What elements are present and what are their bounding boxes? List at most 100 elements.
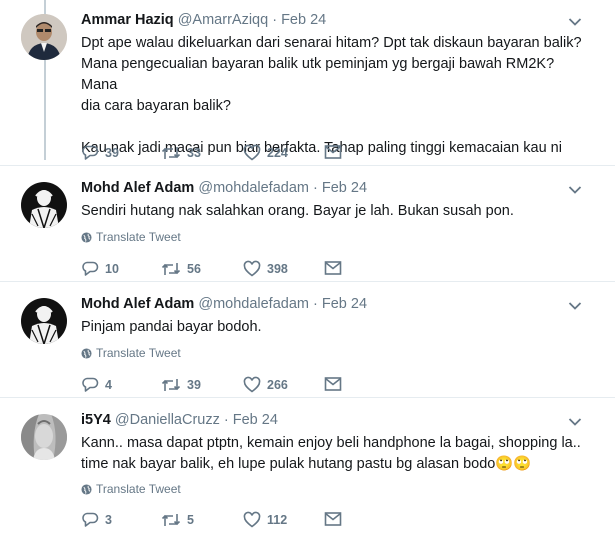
retweet-button[interactable]: 5	[161, 511, 194, 529]
like-count: 398	[267, 262, 288, 276]
author-name[interactable]: Mohd Alef Adam	[81, 180, 194, 196]
dm-button[interactable]	[324, 144, 342, 160]
retweet-count: 39	[187, 378, 201, 392]
reply-count: 10	[105, 262, 119, 276]
dm-icon	[324, 145, 342, 159]
tweet-actions: 3 5 112	[81, 511, 381, 531]
avatar[interactable]	[21, 414, 67, 460]
retweet-count: 5	[187, 513, 194, 527]
dm-icon	[324, 261, 342, 275]
dm-icon	[324, 512, 342, 526]
tweet-text-line: Dpt ape walau dikeluarkan dari senarai h…	[81, 35, 582, 51]
retweet-icon	[161, 379, 181, 391]
like-icon	[243, 144, 261, 161]
retweet-button[interactable]: 56	[161, 260, 201, 278]
tweet-text: Kann.. masa dapat ptptn, kemain enjoy be…	[81, 433, 591, 475]
like-button[interactable]: 266	[243, 376, 288, 394]
tweet-header: i5Y4 @DaniellaCruzz · Feb 24	[81, 412, 278, 428]
tweet-text-line	[81, 117, 591, 138]
globe-icon	[81, 483, 92, 495]
globe-icon	[81, 231, 92, 243]
reply-icon	[82, 145, 99, 160]
reply-button[interactable]: 3	[81, 511, 112, 529]
author-handle[interactable]: @mohdalefadam	[198, 296, 309, 312]
tweet-text: Pinjam pandai bayar bodoh.	[81, 317, 591, 338]
chevron-down-icon[interactable]	[568, 185, 582, 195]
tweet-header: Ammar Haziq @AmarrAziqq · Feb 24	[81, 12, 326, 28]
chevron-down-icon[interactable]	[568, 17, 582, 27]
chevron-down-icon[interactable]	[568, 301, 582, 311]
author-name[interactable]: Mohd Alef Adam	[81, 296, 194, 312]
reply-button[interactable]: 4	[81, 376, 112, 394]
reply-icon	[82, 512, 99, 527]
reply-count: 39	[105, 146, 119, 160]
tweet-text-line: Pinjam pandai bayar bodoh.	[81, 319, 262, 335]
dm-button[interactable]	[324, 511, 342, 527]
dm-button[interactable]	[324, 260, 342, 276]
tweet-actions: 4 39 266	[81, 376, 381, 396]
reply-count: 4	[105, 378, 112, 392]
retweet-button[interactable]: 33	[161, 144, 201, 162]
tweet-text: Sendiri hutang nak salahkan orang. Bayar…	[81, 201, 591, 222]
separator-dot: ·	[313, 180, 318, 196]
like-count: 112	[267, 513, 288, 527]
tweet-date[interactable]: Feb 24	[281, 12, 326, 28]
translate-label: Translate Tweet	[96, 230, 181, 244]
tweet-actions: 39 33 224	[81, 144, 381, 164]
tweet-date[interactable]: Feb 24	[322, 296, 367, 312]
globe-icon	[81, 347, 92, 359]
tweet-text-line: time nak bayar balik, eh lupe pulak huta…	[81, 456, 532, 472]
retweet-icon	[161, 263, 181, 275]
retweet-icon	[161, 147, 181, 159]
like-icon	[243, 511, 261, 528]
author-handle[interactable]: @AmarrAziqq	[178, 12, 268, 28]
author-name[interactable]: i5Y4	[81, 412, 111, 428]
translate-label: Translate Tweet	[96, 346, 181, 360]
separator-dot: ·	[313, 296, 318, 312]
tweet-header: Mohd Alef Adam @mohdalefadam · Feb 24	[81, 180, 367, 196]
tweet-header: Mohd Alef Adam @mohdalefadam · Feb 24	[81, 296, 367, 312]
tweet-text: Dpt ape walau dikeluarkan dari senarai h…	[81, 33, 591, 159]
tweet-text-line: dia cara bayaran balik?	[81, 98, 231, 114]
like-button[interactable]: 398	[243, 260, 288, 278]
reply-button[interactable]: 10	[81, 260, 119, 278]
author-handle[interactable]: @DaniellaCruzz	[115, 412, 220, 428]
separator-dot: ·	[272, 12, 278, 28]
chevron-down-icon[interactable]	[568, 417, 582, 427]
author-handle[interactable]: @mohdalefadam	[198, 180, 309, 196]
retweet-button[interactable]: 39	[161, 376, 201, 394]
retweet-icon	[161, 514, 181, 526]
tweet-text-line: Kann.. masa dapat ptptn, kemain enjoy be…	[81, 435, 581, 451]
avatar[interactable]	[21, 182, 67, 228]
tweet-text-line: Mana pengecualian bayaran balik utk pemi…	[81, 56, 555, 93]
retweet-count: 56	[187, 262, 201, 276]
tweet-1[interactable]: Ammar Haziq @AmarrAziqq · Feb 24 Dpt ape…	[0, 0, 615, 166]
reply-icon	[82, 261, 99, 276]
translate-tweet-link[interactable]: Translate Tweet	[81, 230, 181, 244]
like-button[interactable]: 224	[243, 144, 288, 162]
dm-icon	[324, 377, 342, 391]
avatar[interactable]	[21, 298, 67, 344]
avatar[interactable]	[21, 14, 67, 60]
reply-button[interactable]: 39	[81, 144, 119, 162]
like-icon	[243, 260, 261, 277]
like-icon	[243, 376, 261, 393]
tweet-actions: 10 56 398	[81, 260, 381, 280]
reply-count: 3	[105, 513, 112, 527]
tweet-2[interactable]: Mohd Alef Adam @mohdalefadam · Feb 24 Se…	[0, 166, 615, 282]
separator-dot: ·	[223, 412, 229, 428]
like-button[interactable]: 112	[243, 511, 287, 529]
like-count: 266	[267, 378, 288, 392]
translate-tweet-link[interactable]: Translate Tweet	[81, 346, 181, 360]
tweet-date[interactable]: Feb 24	[233, 412, 278, 428]
tweet-3[interactable]: Mohd Alef Adam @mohdalefadam · Feb 24 Pi…	[0, 282, 615, 398]
like-count: 224	[267, 146, 288, 160]
author-name[interactable]: Ammar Haziq	[81, 12, 174, 28]
dm-button[interactable]	[324, 376, 342, 392]
translate-tweet-link[interactable]: Translate Tweet	[81, 482, 181, 496]
tweet-text-line: Sendiri hutang nak salahkan orang. Bayar…	[81, 203, 514, 219]
tweet-4[interactable]: i5Y4 @DaniellaCruzz · Feb 24 Kann.. masa…	[0, 398, 615, 536]
tweet-date[interactable]: Feb 24	[322, 180, 367, 196]
reply-icon	[82, 377, 99, 392]
translate-label: Translate Tweet	[96, 482, 181, 496]
